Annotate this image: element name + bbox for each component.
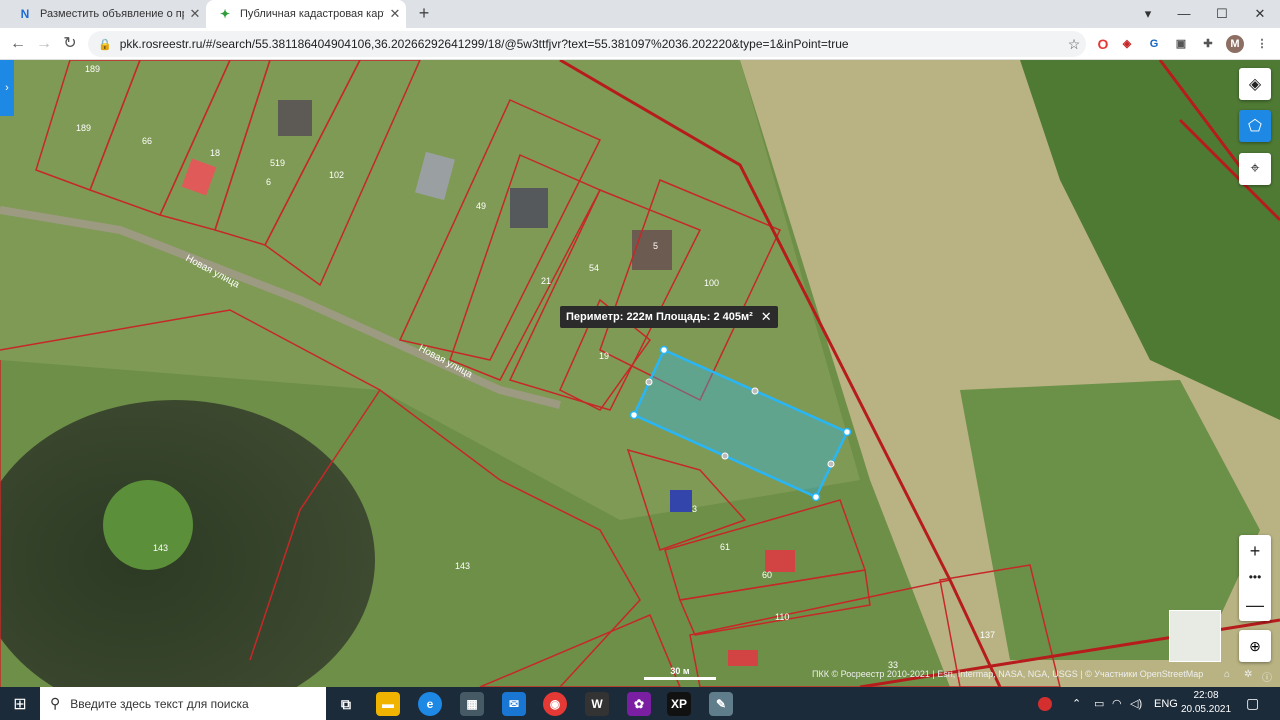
layers-icon[interactable]: ◈ bbox=[1239, 68, 1271, 100]
more-dots-icon[interactable]: ••• bbox=[1239, 563, 1271, 591]
settings-icon[interactable]: ✲ bbox=[1244, 669, 1252, 680]
parcel-label: 19 bbox=[599, 351, 609, 361]
parcel-label: 49 bbox=[476, 201, 486, 211]
task-view-icon[interactable]: ⧉ bbox=[334, 692, 358, 716]
screenshot-extension-icon[interactable]: ▣ bbox=[1172, 35, 1190, 53]
clock-time: 22:08 bbox=[1193, 690, 1219, 701]
search-placeholder: Введите здесь текст для поиска bbox=[70, 696, 249, 711]
rosreestr-logo-icon: ✦ bbox=[219, 7, 231, 21]
parcel-label: 189 bbox=[76, 123, 91, 133]
close-icon[interactable]: ✕ bbox=[384, 6, 406, 22]
forward-icon[interactable]: → bbox=[34, 34, 54, 54]
window-close-icon[interactable]: ✕ bbox=[1242, 0, 1278, 28]
search-icon: ⚲ bbox=[50, 695, 61, 711]
locate-crosshair-icon[interactable]: ⌖ bbox=[1239, 153, 1271, 185]
parcel-label: 189 bbox=[85, 64, 100, 74]
parcel-label: 102 bbox=[329, 170, 344, 180]
measure-tooltip: Периметр: 222м Площадь: 2 405м² ✕ bbox=[560, 306, 778, 328]
reload-icon[interactable]: ↻ bbox=[60, 34, 80, 54]
parcel-label: 60 bbox=[762, 570, 772, 580]
close-icon[interactable]: ✕ bbox=[761, 309, 772, 325]
paint-app-icon[interactable]: ✎ bbox=[709, 692, 733, 716]
store-icon[interactable]: ▦ bbox=[460, 692, 484, 716]
tab-title: Разместить объявление о прод bbox=[40, 8, 184, 20]
map-attribution: ПКК © Росреестр 2010-2021 | Esri, Interm… bbox=[812, 669, 1204, 679]
parcel-label: 143 bbox=[153, 543, 168, 553]
network-icon[interactable]: ▭ bbox=[1094, 687, 1104, 720]
taskbar-search[interactable]: ⚲ Введите здесь текст для поиска bbox=[40, 687, 326, 720]
minimize-icon[interactable]: — bbox=[1166, 0, 1202, 28]
volume-icon[interactable]: ◁) bbox=[1130, 687, 1142, 720]
parcel-label: 54 bbox=[589, 263, 599, 273]
tab-title: Публичная кадастровая карта bbox=[240, 8, 384, 20]
minimap[interactable] bbox=[1169, 610, 1221, 662]
map-canvas[interactable]: Новая улица Новая улица 189 189 66 18 51… bbox=[0, 60, 1280, 687]
translate-extension-icon[interactable]: G bbox=[1145, 35, 1163, 53]
parcel-label: 61 bbox=[720, 542, 730, 552]
island bbox=[103, 480, 193, 570]
parcel-label: 3 bbox=[692, 504, 697, 514]
tab-rosreestr[interactable]: ✦ Публичная кадастровая карта ✕ bbox=[206, 0, 406, 28]
windows-start-icon[interactable]: ⊞ bbox=[0, 687, 40, 720]
parcel-label: 110 bbox=[775, 612, 789, 622]
xp-app-icon[interactable]: XP bbox=[667, 692, 691, 716]
plus-icon[interactable]: + bbox=[414, 4, 434, 24]
shield-extension-icon[interactable]: ◈ bbox=[1118, 35, 1136, 53]
close-icon[interactable]: ✕ bbox=[184, 6, 206, 22]
opera-extension-icon[interactable]: O bbox=[1094, 35, 1112, 53]
pentagon-select-icon[interactable]: ⬠ bbox=[1239, 110, 1271, 142]
satellite-map: Новая улица Новая улица 189 189 66 18 51… bbox=[0, 60, 1280, 687]
parcel-label: 100 bbox=[704, 278, 719, 288]
windows-taskbar: ⊞ ⚲ Введите здесь текст для поиска ⧉ ▬ e… bbox=[0, 687, 1280, 720]
parcel-label: 66 bbox=[142, 136, 152, 146]
parcel-label: 519 bbox=[270, 158, 285, 168]
parcel-label: 5 bbox=[653, 241, 658, 251]
avito-logo-icon: N bbox=[20, 7, 30, 21]
notification-icon[interactable]: ▢ bbox=[1246, 687, 1259, 720]
bookmark-star-icon[interactable]: ☆ bbox=[1062, 36, 1086, 53]
measure-text: Периметр: 222м Площадь: 2 405м² bbox=[566, 311, 753, 323]
sidebar-toggle-chevron-icon[interactable]: › bbox=[0, 60, 14, 116]
mail-icon[interactable]: ✉ bbox=[502, 692, 526, 716]
parcel-label: 137 bbox=[980, 630, 995, 640]
url-text: pkk.rosreestr.ru/#/search/55.38118640490… bbox=[119, 37, 849, 51]
extensions-puzzle-icon[interactable]: ✚ bbox=[1199, 35, 1217, 53]
clock-date: 20.05.2021 bbox=[1180, 704, 1232, 715]
photo-app-icon[interactable]: ✿ bbox=[627, 692, 651, 716]
info-icon[interactable]: ⓘ bbox=[1262, 669, 1272, 684]
parcel-label: 6 bbox=[266, 177, 271, 187]
parcel-label: 18 bbox=[210, 148, 220, 158]
antivirus-tray-icon[interactable] bbox=[1038, 687, 1052, 720]
parcel-label: 143 bbox=[455, 561, 470, 571]
tab-avito[interactable]: N Разместить объявление о прод ✕ bbox=[6, 0, 206, 28]
scale-label: 30 м bbox=[670, 666, 690, 676]
tab-strip: N Разместить объявление о прод ✕ ✦ Публи… bbox=[0, 0, 1280, 28]
address-bar[interactable]: 🔒 pkk.rosreestr.ru/#/search/55.381186404… bbox=[88, 31, 1086, 57]
compass-icon[interactable]: ⊕ bbox=[1239, 630, 1271, 662]
zoom-out-icon[interactable]: — bbox=[1239, 591, 1271, 619]
scale-bar: 30 м bbox=[644, 666, 716, 680]
menu-kebab-icon[interactable]: ⋮ bbox=[1253, 35, 1271, 53]
system-clock[interactable]: 22:08 20.05.2021 bbox=[1176, 689, 1236, 717]
file-explorer-icon[interactable]: ▬ bbox=[376, 692, 400, 716]
profile-dropdown-icon[interactable]: ▾ bbox=[1130, 0, 1166, 28]
chrome-icon[interactable]: ◉ bbox=[543, 692, 567, 716]
maximize-icon[interactable]: ☐ bbox=[1204, 0, 1240, 28]
back-icon[interactable]: ← bbox=[8, 34, 28, 54]
wifi-icon[interactable]: ◠ bbox=[1112, 687, 1122, 720]
home-icon[interactable]: ⌂ bbox=[1224, 669, 1230, 680]
edge-icon[interactable]: e bbox=[418, 692, 442, 716]
lock-icon: 🔒 bbox=[98, 38, 112, 51]
w-app-icon[interactable]: W bbox=[585, 692, 609, 716]
language-indicator[interactable]: ENG bbox=[1154, 687, 1178, 720]
avatar[interactable]: M bbox=[1226, 35, 1244, 53]
zoom-in-icon[interactable]: + bbox=[1239, 537, 1271, 565]
zoom-control: + ••• — bbox=[1239, 535, 1271, 621]
parcel-label: 21 bbox=[541, 276, 551, 286]
chevron-up-icon[interactable]: ⌃ bbox=[1072, 687, 1081, 720]
browser-toolbar: ← → ↻ 🔒 pkk.rosreestr.ru/#/search/55.381… bbox=[0, 28, 1280, 60]
